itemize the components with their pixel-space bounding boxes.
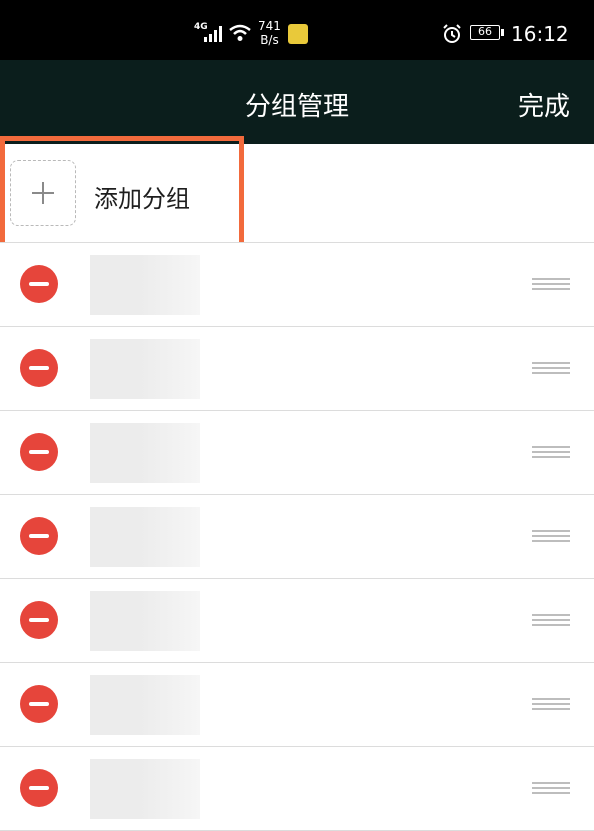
done-button[interactable]: 完成 (518, 86, 570, 123)
network-speed-unit: B/s (260, 33, 279, 47)
remove-group-button[interactable] (20, 601, 58, 639)
group-name-redacted (90, 255, 200, 315)
remove-group-button[interactable] (20, 265, 58, 303)
app-notification-icon (288, 24, 308, 44)
page-title: 分组管理 (244, 92, 349, 122)
remove-group-button[interactable] (20, 433, 58, 471)
group-name-redacted (90, 507, 200, 567)
signal-icon (204, 26, 224, 46)
alarm-icon (442, 24, 462, 48)
group-name-redacted (90, 423, 200, 483)
clock: 16:12 (511, 22, 569, 46)
battery-level: 66 (478, 25, 492, 38)
remove-group-button[interactable] (20, 517, 58, 555)
add-group-row[interactable]: 添加分组 (0, 144, 594, 242)
drag-handle-icon[interactable] (532, 278, 570, 292)
group-name-redacted (90, 591, 200, 651)
drag-handle-icon[interactable] (532, 614, 570, 628)
drag-handle-icon[interactable] (532, 782, 570, 796)
battery-icon: 66 (470, 25, 500, 40)
add-group-button[interactable] (10, 160, 76, 226)
list-item[interactable] (0, 411, 594, 495)
list-item[interactable] (0, 495, 594, 579)
add-group-label[interactable]: 添加分组 (94, 179, 190, 214)
drag-handle-icon[interactable] (532, 530, 570, 544)
remove-group-button[interactable] (20, 685, 58, 723)
network-speed-value: 741 (258, 19, 281, 33)
group-name-redacted (90, 675, 200, 735)
list-item[interactable] (0, 663, 594, 747)
plus-icon (32, 182, 54, 204)
list-item[interactable] (0, 327, 594, 411)
drag-handle-icon[interactable] (532, 446, 570, 460)
wifi-icon (228, 24, 252, 46)
drag-handle-icon[interactable] (532, 362, 570, 376)
group-list (0, 243, 594, 831)
remove-group-button[interactable] (20, 769, 58, 807)
list-item[interactable] (0, 243, 594, 327)
list-item[interactable] (0, 579, 594, 663)
group-name-redacted (90, 339, 200, 399)
network-speed: 741 B/s (258, 19, 281, 47)
battery-nub (501, 29, 504, 36)
list-item[interactable] (0, 747, 594, 831)
remove-group-button[interactable] (20, 349, 58, 387)
title-bar: 分组管理 完成 (0, 60, 594, 144)
drag-handle-icon[interactable] (532, 698, 570, 712)
group-name-redacted (90, 759, 200, 819)
status-bar: 4G 741 B/s 66 16:12 (0, 0, 594, 60)
